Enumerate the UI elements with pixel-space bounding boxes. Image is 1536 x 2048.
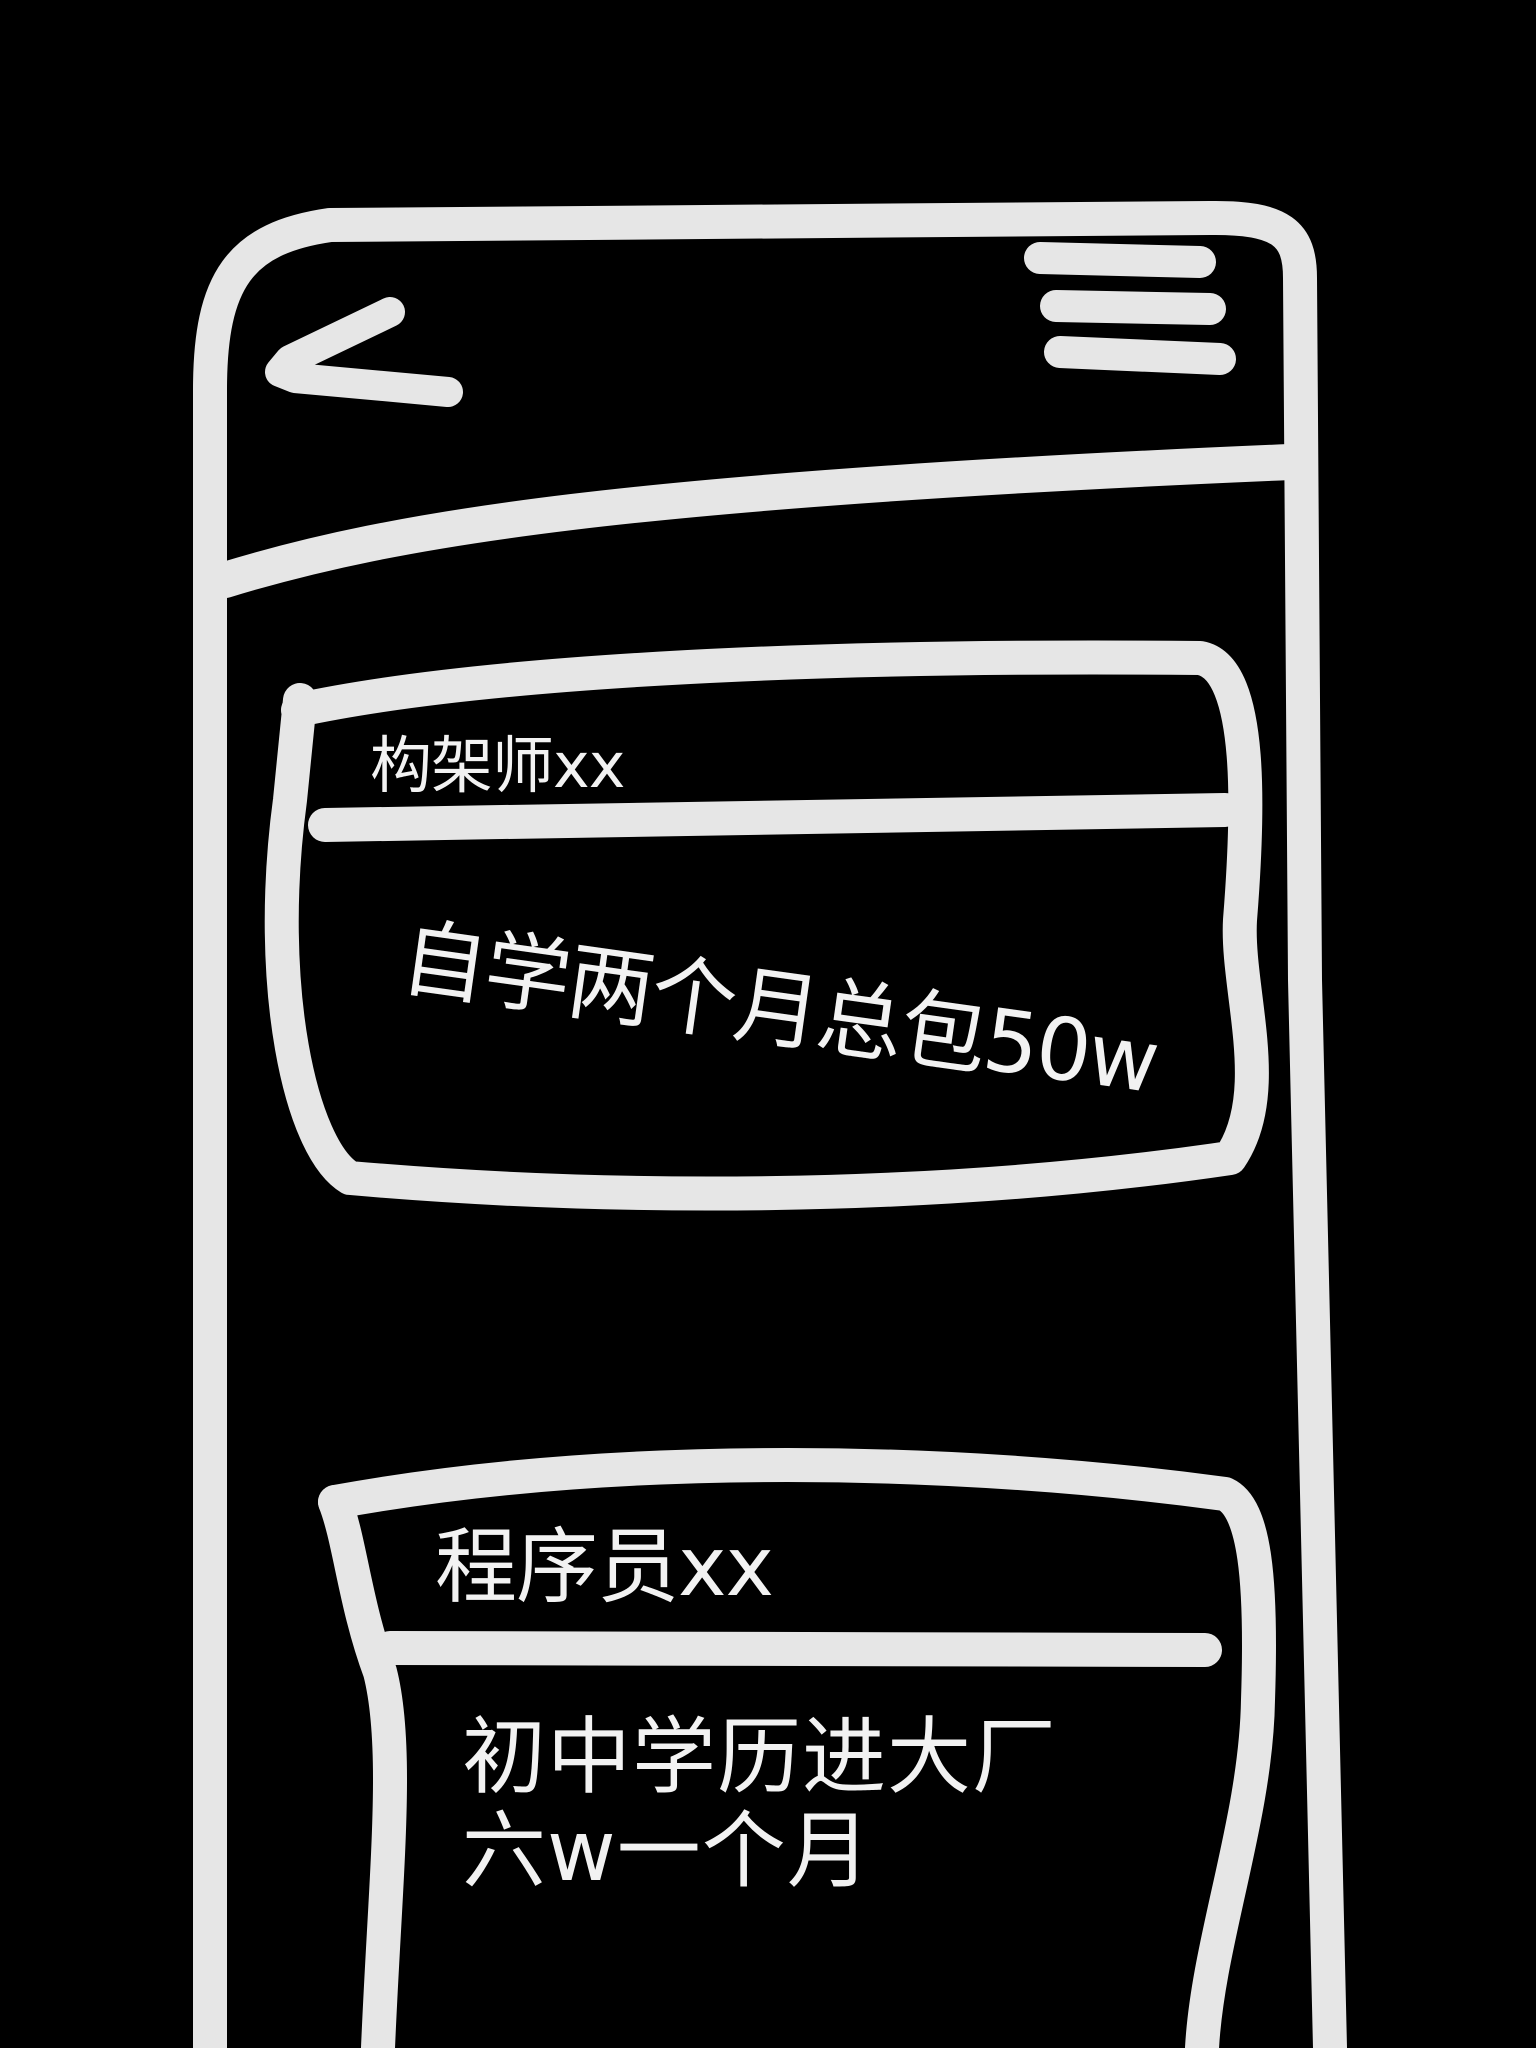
post-author: 程序员xx	[435, 1520, 774, 1615]
post-card-1-divider	[308, 793, 1242, 842]
header-divider	[207, 444, 1308, 598]
back-button[interactable]	[262, 280, 472, 420]
menu-button[interactable]	[1020, 235, 1250, 385]
post-content: 初中学历进大厂 六w一个月	[462, 1708, 1058, 1901]
post-author: 构架师xx	[370, 729, 625, 802]
post-card-2-divider	[373, 1631, 1222, 1667]
post-card-2-left-border	[318, 1485, 407, 2048]
